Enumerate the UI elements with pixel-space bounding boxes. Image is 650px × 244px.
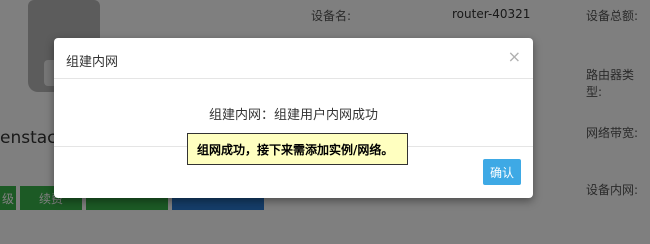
dialog-header: 组建内网 × (54, 38, 533, 79)
close-icon[interactable]: × (508, 47, 521, 66)
dialog-title: 组建内网 (66, 55, 119, 70)
dialog-message: 组建内网：组建用户内网成功 (208, 108, 378, 123)
success-tooltip: 组网成功，接下来需添加实例/网络。 (187, 133, 408, 165)
create-intranet-dialog: 组建内网 × 组建内网：组建用户内网成功 确认 (54, 38, 533, 198)
confirm-button[interactable]: 确认 (483, 159, 521, 185)
